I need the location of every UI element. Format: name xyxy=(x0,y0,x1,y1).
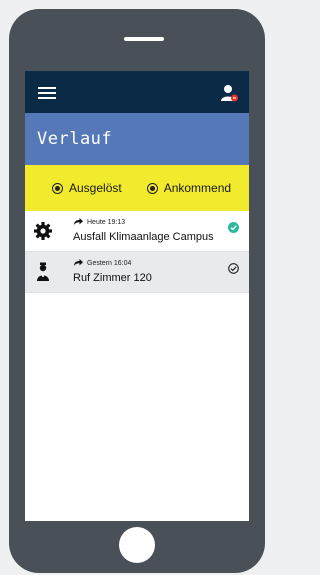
filter-label: Ausgelöst xyxy=(69,181,122,195)
item-subject: Ausfall Klimaanlage Campus xyxy=(73,231,214,243)
phone-speaker xyxy=(124,37,164,41)
forward-arrow-icon xyxy=(74,259,83,266)
app-screen: Verlauf Ausgelöst Ankommend Heute 19:13 … xyxy=(25,71,249,521)
history-list: Heute 19:13 Ausfall Klimaanlage Campus G… xyxy=(25,211,249,293)
check-circle-outline-icon xyxy=(228,259,239,274)
hamburger-menu-icon[interactable] xyxy=(38,87,56,99)
filter-label: Ankommend xyxy=(163,181,232,195)
item-meta: Heute 19:13 xyxy=(73,218,125,226)
user-icon[interactable] xyxy=(219,83,239,103)
forward-arrow-icon xyxy=(74,218,83,225)
filter-ankommend[interactable]: Ankommend xyxy=(146,181,232,195)
item-time: Gestern 16:04 xyxy=(87,259,132,267)
check-circle-icon xyxy=(228,218,239,233)
app-bar xyxy=(25,71,249,113)
gear-icon xyxy=(33,221,53,241)
title-band: Verlauf xyxy=(25,113,249,165)
item-subject: Ruf Zimmer 120 xyxy=(73,272,152,284)
item-time: Heute 19:13 xyxy=(87,218,126,226)
radio-selected-icon[interactable] xyxy=(52,182,63,194)
home-button[interactable] xyxy=(119,527,155,563)
filter-bar: Ausgelöst Ankommend xyxy=(25,165,249,211)
list-item[interactable]: Gestern 16:04 Ruf Zimmer 120 xyxy=(25,252,249,293)
item-meta: Gestern 16:04 xyxy=(73,259,131,267)
filter-ausgeloest[interactable]: Ausgelöst xyxy=(52,181,122,195)
page-title: Verlauf xyxy=(37,129,113,149)
person-icon xyxy=(33,262,53,282)
radio-selected-icon[interactable] xyxy=(146,182,158,194)
list-item[interactable]: Heute 19:13 Ausfall Klimaanlage Campus xyxy=(25,211,249,252)
phone-frame: Verlauf Ausgelöst Ankommend Heute 19:13 … xyxy=(9,9,265,573)
